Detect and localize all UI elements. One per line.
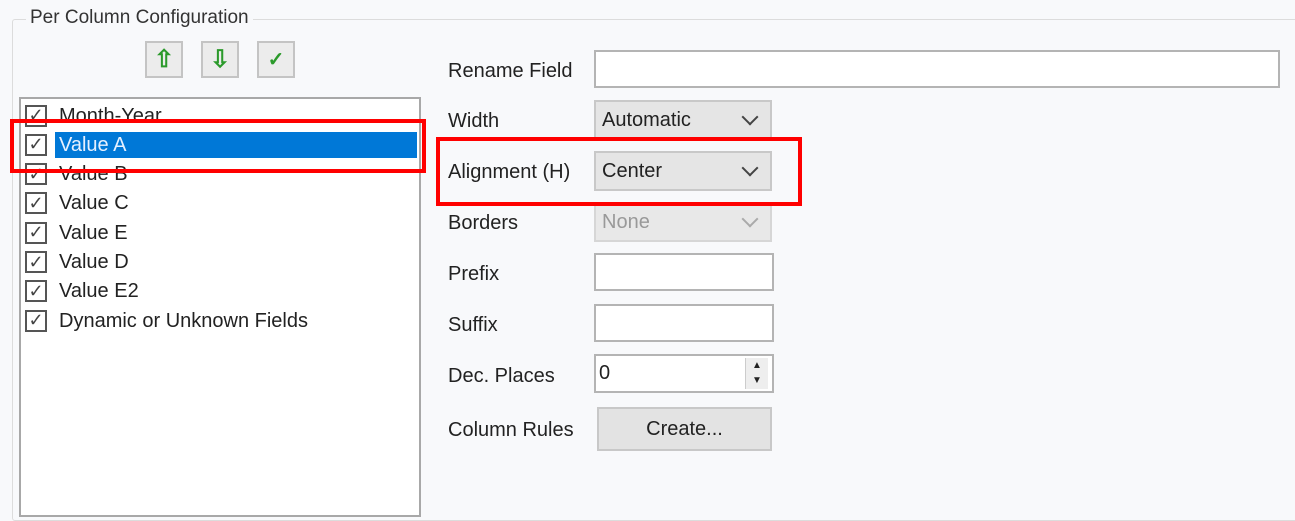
dec-places-stepper[interactable]: 0 ▲ ▼ [594, 354, 774, 393]
column-label: Value E [59, 221, 128, 244]
checkmark-icon: ✓ [267, 49, 285, 71]
borders-dropdown: None [594, 202, 772, 242]
checkbox[interactable]: ✓ [25, 309, 47, 332]
borders-value: None [602, 210, 650, 233]
move-down-button[interactable]: ⇩ [201, 41, 239, 78]
arrow-down-icon: ⇩ [209, 46, 231, 73]
column-label: Value E2 [59, 280, 139, 303]
dec-places-label: Dec. Places [448, 365, 555, 387]
column-rules-label: Column Rules [448, 419, 574, 441]
highlight-selected-column [10, 119, 426, 173]
move-up-button[interactable]: ⇧ [145, 41, 183, 78]
group-title: Per Column Configuration [26, 7, 253, 29]
checkbox[interactable]: ✓ [25, 221, 47, 244]
column-list-item[interactable]: ✓ Value C [25, 189, 417, 218]
spin-down-icon[interactable]: ▼ [746, 373, 768, 388]
suffix-label: Suffix [448, 314, 498, 336]
width-value: Automatic [602, 108, 691, 131]
prefix-label: Prefix [448, 263, 500, 285]
column-label: Dynamic or Unknown Fields [59, 309, 308, 332]
checkbox[interactable]: ✓ [25, 280, 47, 303]
width-dropdown[interactable]: Automatic [594, 100, 772, 140]
rename-field-input[interactable] [594, 50, 1280, 88]
column-label: Value C [59, 192, 129, 215]
column-list-item[interactable]: ✓ Value E2 [25, 277, 417, 306]
checkbox[interactable]: ✓ [25, 192, 47, 215]
column-list-item[interactable]: ✓ Dynamic or Unknown Fields [25, 306, 417, 335]
rename-field-label: Rename Field [448, 60, 573, 82]
highlight-alignment [436, 137, 802, 206]
column-list-item[interactable]: ✓ Value D [25, 248, 417, 277]
checkbox[interactable]: ✓ [25, 251, 47, 273]
chevron-down-icon [741, 210, 759, 228]
arrow-up-icon: ⇧ [153, 46, 175, 73]
borders-label: Borders [448, 212, 519, 234]
chevron-down-icon [741, 108, 759, 126]
dec-places-value: 0 [599, 362, 611, 384]
width-label: Width [448, 110, 500, 132]
column-list-item[interactable]: ✓ Value E [25, 218, 417, 247]
spin-up-icon[interactable]: ▲ [746, 358, 768, 373]
prefix-input[interactable] [594, 253, 774, 291]
suffix-input[interactable] [594, 304, 774, 342]
create-rules-button[interactable]: Create... [597, 407, 772, 451]
column-label: Value D [59, 251, 129, 273]
check-all-button[interactable]: ✓ [257, 41, 295, 78]
